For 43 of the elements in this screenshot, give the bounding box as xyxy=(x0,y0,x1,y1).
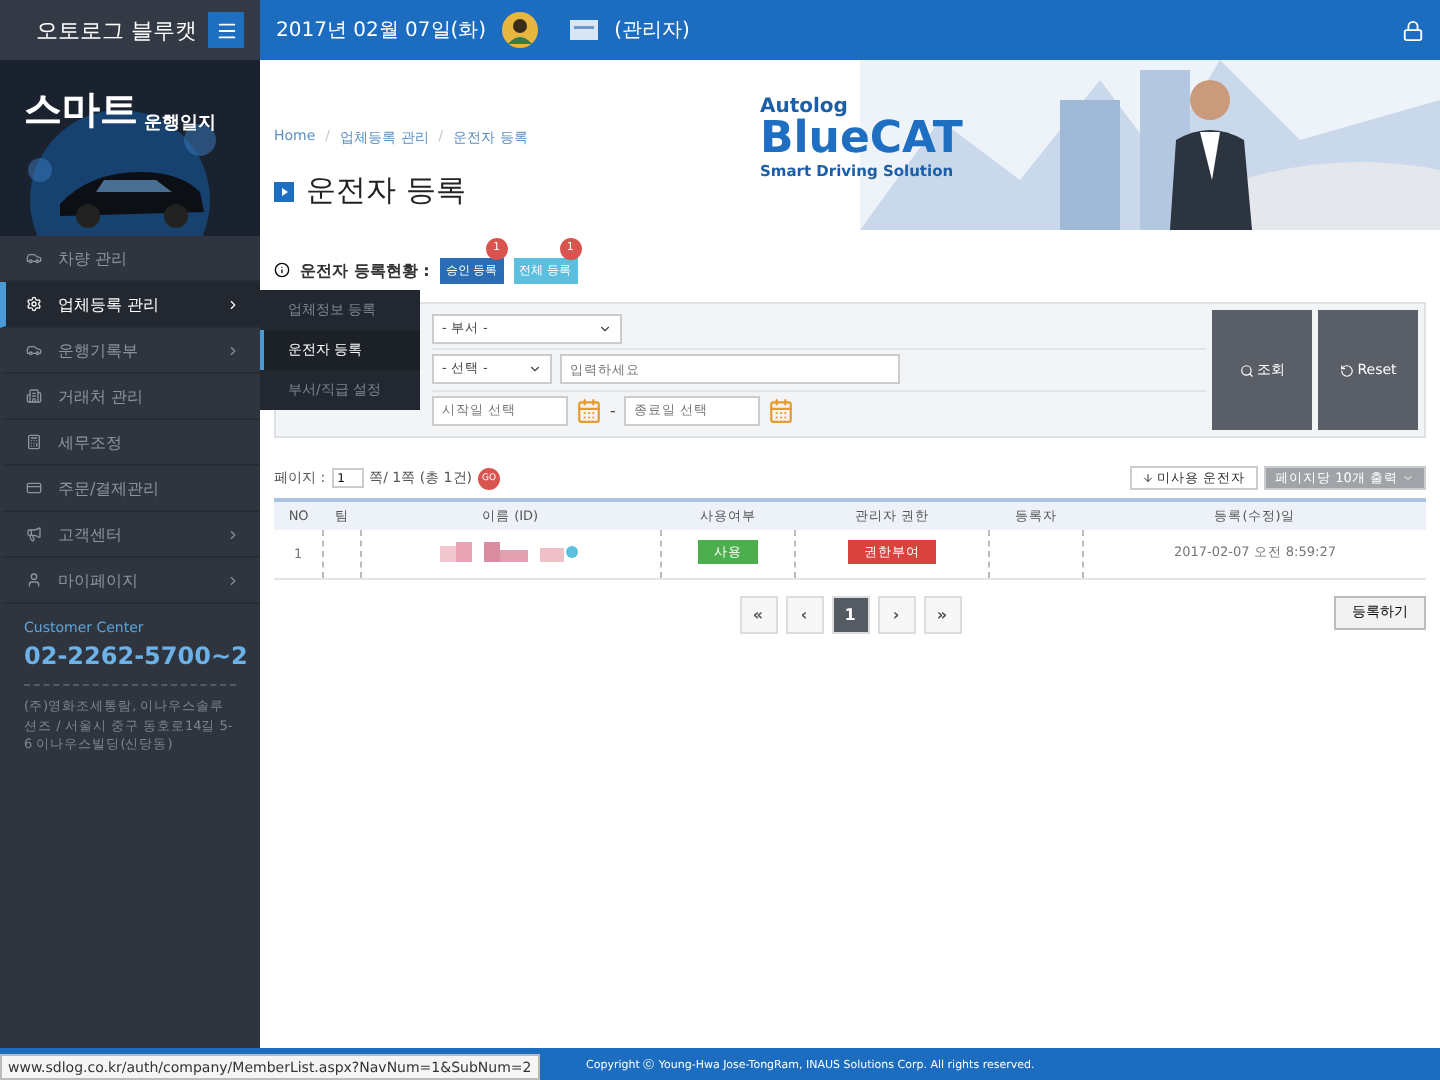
date-separator: - xyxy=(610,401,616,420)
sidebar-item[interactable]: 고객센터 xyxy=(0,512,260,558)
caret-icon xyxy=(598,322,612,337)
caret-icon xyxy=(1402,472,1414,484)
pagination-button[interactable]: » xyxy=(923,595,961,633)
megaphone-icon xyxy=(26,526,42,542)
avatar-icon xyxy=(502,12,539,48)
search-icon xyxy=(1239,363,1253,377)
user-role: (관리자) xyxy=(614,18,690,44)
page-title: 운전자 등록 xyxy=(306,172,466,210)
promo-subtitle: 운행일지 xyxy=(144,112,216,136)
pagination-button[interactable]: 1 xyxy=(831,595,869,633)
pagination-button[interactable]: ‹ xyxy=(785,595,823,633)
lock-icon[interactable] xyxy=(1402,19,1424,41)
logo-name: BlueCAT xyxy=(760,118,963,162)
user-icon xyxy=(26,572,42,588)
phone-number: 02-2262-5700~2 xyxy=(24,640,250,674)
info-icon xyxy=(274,262,290,278)
brand-name: 오토로그 블루캣 xyxy=(36,15,197,45)
sidebar-item[interactable]: 마이페이지 xyxy=(0,558,260,604)
pagination-button[interactable]: › xyxy=(877,595,915,633)
gear-icon xyxy=(26,296,42,312)
car-icon xyxy=(26,250,42,266)
arrow-down-icon xyxy=(1141,472,1154,484)
car-icon xyxy=(26,342,42,358)
menu-button[interactable] xyxy=(208,12,244,48)
id-card-icon xyxy=(570,20,599,40)
promo-title: 스마트 xyxy=(24,86,138,136)
title-marker-icon xyxy=(274,181,294,201)
menu-icon xyxy=(215,19,237,41)
logo-top: Autolog xyxy=(760,96,848,118)
calculator-icon xyxy=(26,434,42,450)
sidebar-item[interactable]: 주문/결제관리 xyxy=(0,466,260,512)
reset-icon xyxy=(1339,363,1354,377)
caret-icon xyxy=(528,362,542,377)
building-icon xyxy=(26,388,42,404)
status-label: 운전자 등록현황 : xyxy=(300,259,430,281)
sidebar-item[interactable]: 업체등록 관리 xyxy=(0,282,260,328)
pagination-button[interactable]: « xyxy=(739,595,777,633)
sidebar-item[interactable]: 세무조정 xyxy=(0,420,260,466)
card-icon xyxy=(26,480,42,496)
header-date: 2017년 02월 07일(화) xyxy=(276,18,487,44)
masked-name-drawing xyxy=(440,541,581,562)
